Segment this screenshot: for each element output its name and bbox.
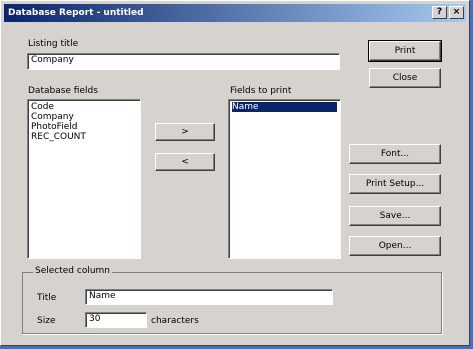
font-button[interactable]: Font... bbox=[349, 144, 441, 164]
list-item[interactable]: Name bbox=[232, 102, 337, 112]
add-field-button[interactable]: > bbox=[155, 123, 215, 141]
list-item[interactable]: REC_COUNT bbox=[31, 132, 137, 142]
column-title-label: Title bbox=[37, 293, 57, 303]
save-button[interactable]: Save... bbox=[349, 206, 441, 226]
listing-title-input[interactable]: Company bbox=[27, 53, 340, 70]
list-item[interactable]: Code bbox=[31, 102, 137, 112]
database-report-dialog: Database Report - untitled ? × Listing t… bbox=[0, 0, 470, 346]
database-fields-label: Database fields bbox=[28, 86, 98, 96]
listing-title-label: Listing title bbox=[28, 39, 79, 49]
column-size-input[interactable]: 30 bbox=[85, 312, 147, 328]
list-item[interactable]: PhotoField bbox=[31, 122, 137, 132]
print-setup-button[interactable]: Print Setup... bbox=[349, 174, 441, 194]
size-unit-label: characters bbox=[151, 316, 199, 326]
close-button[interactable]: Close bbox=[369, 68, 441, 88]
help-button[interactable]: ? bbox=[432, 6, 447, 19]
fields-to-print-label: Fields to print bbox=[230, 86, 292, 96]
column-size-label: Size bbox=[37, 316, 56, 326]
window-title: Database Report - untitled bbox=[8, 8, 144, 18]
close-icon[interactable]: × bbox=[449, 6, 464, 19]
open-button[interactable]: Open... bbox=[349, 236, 441, 256]
title-bar: Database Report - untitled ? × bbox=[4, 4, 466, 22]
database-fields-listbox[interactable]: Code Company PhotoField REC_COUNT bbox=[27, 99, 141, 259]
selected-column-label: Selected column bbox=[33, 266, 113, 276]
column-title-input[interactable]: Name bbox=[85, 289, 333, 305]
title-bar-buttons: ? × bbox=[432, 6, 464, 19]
remove-field-button[interactable]: < bbox=[155, 153, 215, 171]
print-button[interactable]: Print bbox=[368, 40, 442, 62]
fields-to-print-listbox[interactable]: Name bbox=[228, 99, 341, 259]
list-item[interactable]: Company bbox=[31, 112, 137, 122]
